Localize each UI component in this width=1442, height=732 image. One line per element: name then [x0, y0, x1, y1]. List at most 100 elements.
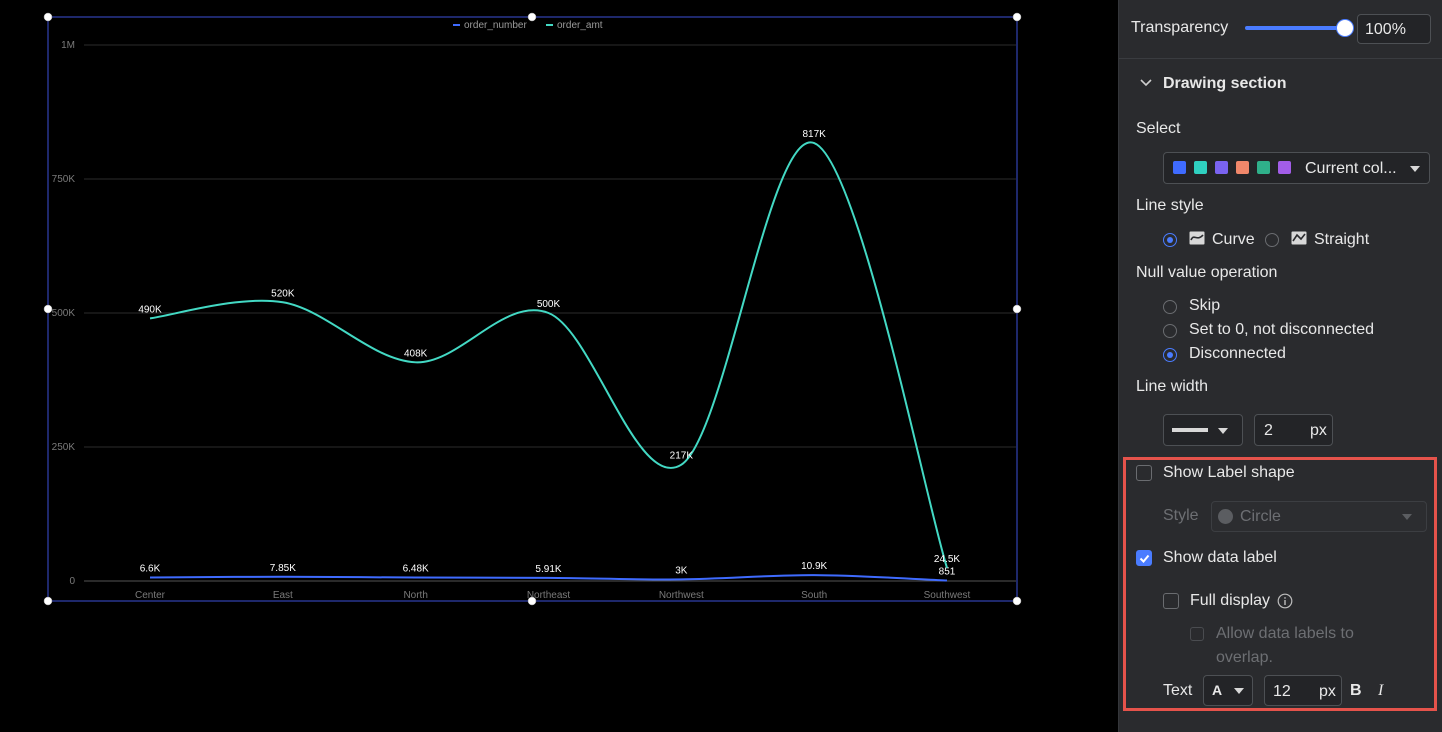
- show-label-shape-label: Show Label shape: [1163, 464, 1295, 481]
- resize-handle[interactable]: [43, 596, 53, 606]
- style-label: Style: [1163, 507, 1199, 524]
- show-data-label-label: Show data label: [1163, 549, 1277, 566]
- resize-handle[interactable]: [43, 304, 53, 314]
- disconnected-radio[interactable]: [1163, 348, 1177, 362]
- line-width-unit: px: [1310, 422, 1327, 439]
- text-color-select[interactable]: A: [1203, 675, 1253, 706]
- solid-line-icon: [1172, 428, 1208, 432]
- null-skip-option[interactable]: Skip: [1163, 297, 1363, 317]
- data-label: 500K: [537, 299, 561, 310]
- curve-line-icon: [1189, 231, 1205, 245]
- show-data-label-checkbox[interactable]: [1136, 550, 1152, 566]
- slider-track: [1245, 26, 1345, 30]
- transparency-input[interactable]: 100%: [1357, 14, 1431, 44]
- chevron-down-icon: [1234, 688, 1244, 694]
- data-label: 10.9K: [801, 561, 827, 572]
- slider-knob[interactable]: [1336, 19, 1354, 37]
- series-line-order_amt: [149, 141, 948, 569]
- color-swatch: [1215, 161, 1228, 174]
- color-swatch: [1173, 161, 1186, 174]
- color-swatch: [1278, 161, 1291, 174]
- resize-handle[interactable]: [1012, 12, 1022, 22]
- straight-line-icon: [1291, 231, 1307, 245]
- line-type-select[interactable]: [1163, 414, 1243, 446]
- allow-overlap-label-line1: Allow data labels to: [1216, 625, 1354, 642]
- y-tick-label: 1M: [61, 40, 75, 51]
- line-width-value: 2: [1264, 422, 1273, 439]
- straight-label: Straight: [1314, 231, 1370, 248]
- line-width-input[interactable]: 2 px: [1254, 414, 1333, 446]
- label-shape-style-select[interactable]: Circle: [1211, 501, 1427, 532]
- null-disconnected-option[interactable]: Disconnected: [1163, 345, 1363, 365]
- resize-handle[interactable]: [1012, 596, 1022, 606]
- resize-handle[interactable]: [527, 596, 537, 606]
- data-label: 6.6K: [140, 563, 161, 574]
- transparency-label: Transparency: [1131, 19, 1229, 36]
- chevron-down-icon: [1140, 79, 1152, 87]
- data-label: 408K: [404, 348, 428, 359]
- data-label: 5.91K: [535, 564, 561, 575]
- allow-overlap-label-line2: overlap.: [1216, 649, 1273, 666]
- data-label: 217K: [670, 451, 694, 462]
- data-label: 490K: [138, 304, 162, 315]
- resize-handle[interactable]: [43, 12, 53, 22]
- x-tick-label: Center: [135, 590, 166, 601]
- bold-button[interactable]: B: [1350, 682, 1362, 700]
- line-width-label: Line width: [1136, 378, 1209, 395]
- info-icon[interactable]: [1277, 593, 1293, 609]
- skip-label: Skip: [1189, 297, 1221, 314]
- data-label: 520K: [271, 288, 295, 299]
- font-size-input[interactable]: 12 px: [1264, 675, 1342, 706]
- y-tick-label: 250K: [52, 442, 76, 453]
- line-chart: 0250K500K750K1MCenter East North Northeast N…: [43, 12, 1022, 606]
- italic-button[interactable]: I: [1378, 682, 1383, 700]
- line-style-label: Line style: [1136, 197, 1204, 214]
- straight-radio[interactable]: [1265, 233, 1279, 247]
- chart-canvas[interactable]: 0 250K 500K 750K 1M Center East North Northeast N…: [0, 0, 1118, 732]
- drawing-section-toggle[interactable]: Drawing section: [1139, 74, 1339, 96]
- transparency-slider[interactable]: [1245, 19, 1354, 37]
- data-label: 851: [939, 567, 956, 578]
- show-label-shape-checkbox[interactable]: [1136, 465, 1152, 481]
- color-swatch: [1257, 161, 1270, 174]
- font-size-value: 12: [1273, 683, 1291, 700]
- legend-label: order_amt: [557, 20, 603, 31]
- x-tick-label: South: [801, 590, 827, 601]
- y-tick-label: 0: [69, 576, 75, 587]
- disconnected-label: Disconnected: [1189, 345, 1286, 362]
- set-zero-radio[interactable]: [1163, 324, 1177, 338]
- null-set-zero-option[interactable]: Set to 0, not disconnected: [1163, 321, 1403, 341]
- curve-radio[interactable]: [1163, 233, 1177, 247]
- allow-overlap-checkbox[interactable]: [1190, 627, 1204, 641]
- settings-panel: Transparency 100% Drawing section Select…: [1118, 0, 1442, 732]
- curve-label: Curve: [1212, 231, 1255, 248]
- font-size-unit: px: [1319, 683, 1336, 700]
- transparency-value: 100%: [1365, 21, 1406, 38]
- color-swatch: [1194, 161, 1207, 174]
- checkmark-icon: [1139, 554, 1150, 563]
- x-tick-label: East: [273, 590, 293, 601]
- x-tick-label: Southwest: [924, 590, 971, 601]
- circle-shape-icon: [1218, 509, 1233, 524]
- line-style-straight-option[interactable]: Straight: [1265, 230, 1405, 250]
- full-display-checkbox[interactable]: [1163, 593, 1179, 609]
- resize-handle[interactable]: [1012, 304, 1022, 314]
- data-label: 6.48K: [403, 564, 429, 575]
- drawing-section-title: Drawing section: [1163, 75, 1287, 92]
- data-label: 24.5K: [934, 554, 960, 565]
- text-label: Text: [1163, 682, 1193, 699]
- skip-radio[interactable]: [1163, 300, 1177, 314]
- chevron-down-icon: [1410, 166, 1420, 172]
- resize-handle[interactable]: [527, 12, 537, 22]
- data-label: 817K: [802, 129, 826, 140]
- color-scheme-select[interactable]: Current col...: [1163, 152, 1430, 184]
- y-tick-label: 750K: [52, 174, 76, 185]
- divider: [1119, 58, 1442, 59]
- null-value-label: Null value operation: [1136, 264, 1278, 281]
- line-style-curve-option[interactable]: Curve: [1163, 230, 1273, 250]
- chevron-down-icon: [1218, 428, 1228, 434]
- label-shape-style-value: Circle: [1240, 508, 1281, 525]
- text-color-icon: A: [1212, 682, 1223, 698]
- label-settings-highlight: [1123, 457, 1437, 711]
- legend-label: order_number: [464, 20, 527, 31]
